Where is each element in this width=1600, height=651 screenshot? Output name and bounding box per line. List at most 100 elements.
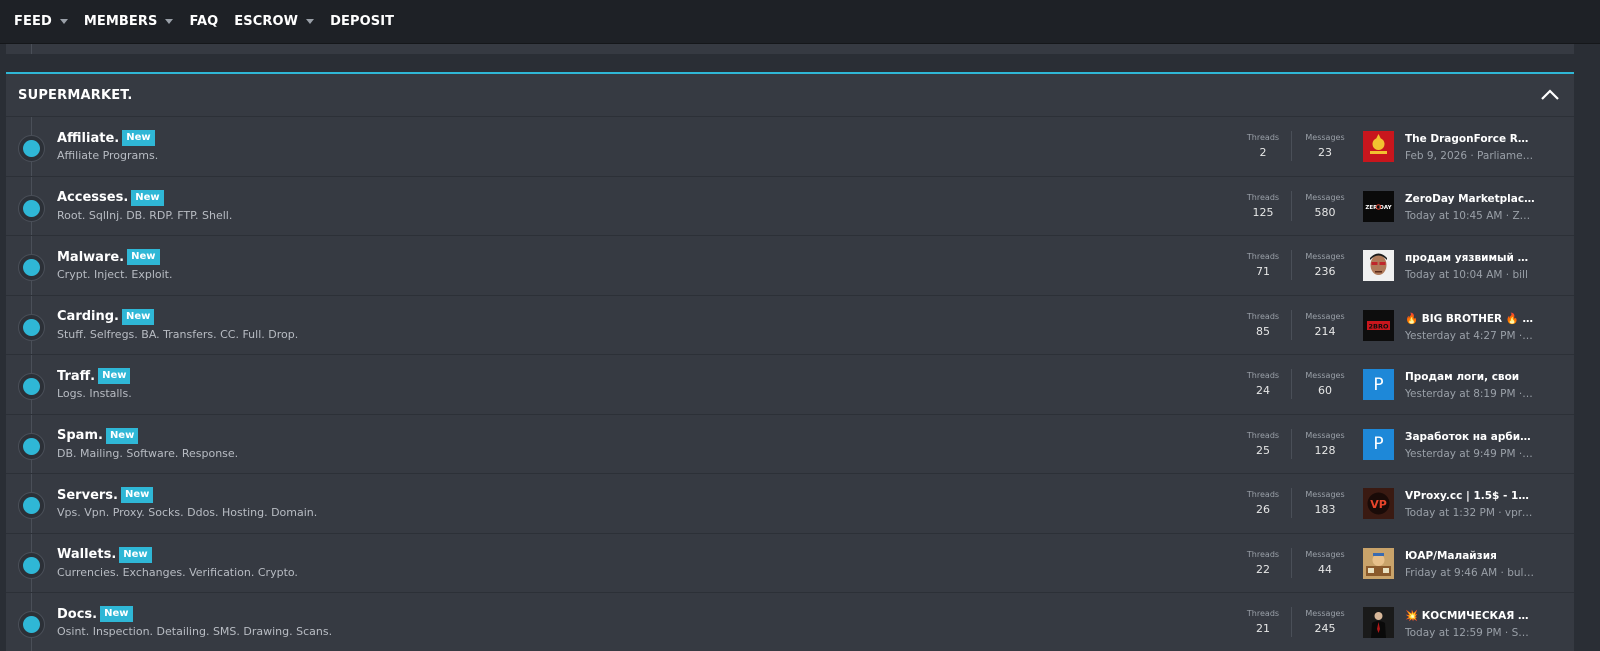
last-post: 🔥 BIG BROTHER 🔥 - logs Yesterday at 4:27… <box>1405 312 1535 342</box>
threads-count: 71 <box>1256 265 1270 278</box>
forum-title[interactable]: Docs. <box>57 607 97 622</box>
avatar[interactable]: ZER DAY <box>1363 190 1394 222</box>
last-post-user[interactable]: ParliamenT <box>1477 150 1535 162</box>
last-post-user[interactable]: bulka <box>1507 567 1535 579</box>
forum-description: Logs. Installs. <box>57 387 132 400</box>
messages-stat: Messages 214 <box>1296 312 1354 338</box>
nav-members-label: MEMBERS <box>83 14 158 29</box>
forum-row-8: Wallets. New Currencies. Exchanges. Veri… <box>6 533 1574 593</box>
forum-main: Accesses. New Root. SqlInj. DB. RDP. FTP… <box>57 189 232 222</box>
last-post-title[interactable]: The DragonForce Ransomware <box>1405 133 1535 145</box>
avatar[interactable]: P <box>1363 369 1394 400</box>
last-post-user[interactable]: p... <box>1526 448 1535 460</box>
forum-status-icon <box>18 194 45 222</box>
last-post-title[interactable]: ЮАР/Малайзия <box>1405 550 1535 562</box>
last-post-user[interactable]: p... <box>1526 388 1535 400</box>
forum-row-4: Carding. New Stuff. Selfregs. BA. Transf… <box>6 295 1574 355</box>
previous-category-tail <box>6 44 1574 54</box>
forum-title[interactable]: Malware. <box>57 250 124 265</box>
last-post-title[interactable]: продам уязвимый драйвер <box>1405 252 1535 264</box>
last-post: Заработок на арбитраже Yesterday at 9:49… <box>1405 431 1535 460</box>
nav-faq[interactable]: FAQ <box>189 14 218 29</box>
last-post-date[interactable]: Today at 12:59 PM <box>1405 627 1502 639</box>
forum-title[interactable]: Carding. <box>57 309 119 324</box>
threads-stat: Threads 21 <box>1234 609 1292 635</box>
last-post-date[interactable]: Feb 9, 2026 <box>1405 150 1467 162</box>
last-post-date[interactable]: Today at 10:45 AM <box>1405 210 1502 222</box>
forum-row-6: Spam. New DB. Mailing. Software. Respons… <box>6 414 1574 474</box>
threads-stat: Threads 25 <box>1234 431 1292 457</box>
last-post-title[interactable]: VProxy.cc | 1.5$ - 1GB | Л... <box>1405 490 1535 502</box>
forum-title[interactable]: Accesses. <box>57 190 128 205</box>
last-post-title[interactable]: 💥 КОСМИЧЕСКАЯ ОТРИСОВКА <box>1405 609 1535 622</box>
nav-faq-label: FAQ <box>189 14 219 29</box>
svg-text:2BRO: 2BRO <box>1368 322 1388 330</box>
last-post-title[interactable]: Продам логи, свои <box>1405 371 1535 383</box>
nav-feed[interactable]: FEED <box>14 14 68 29</box>
forum-description: DB. Mailing. Software. Response. <box>57 446 239 460</box>
last-post-user[interactable]: Soul... <box>1512 627 1535 639</box>
avatar[interactable]: 2BRO <box>1363 309 1394 341</box>
last-post-user[interactable]: vproxy <box>1505 507 1535 519</box>
nav-feed-label: FEED <box>14 14 52 29</box>
last-post-meta: Yesterday at 4:27 PM · Cl... <box>1405 330 1535 342</box>
forum-title[interactable]: Spam. <box>57 428 103 443</box>
forum-main: Carding. New Stuff. Selfregs. BA. Transf… <box>57 308 298 341</box>
messages-count: 580 <box>1314 205 1336 219</box>
threads-count: 22 <box>1256 562 1270 576</box>
node-line <box>31 44 32 54</box>
last-post-title[interactable]: ZeroDay Marketplace — ... <box>1405 193 1535 205</box>
avatar[interactable]: VP <box>1363 488 1394 519</box>
forum-title[interactable]: Traff. <box>57 369 95 384</box>
last-post-date[interactable]: Yesterday at 9:49 PM <box>1405 448 1516 460</box>
last-post-meta: Today at 12:59 PM · Soul... <box>1405 627 1535 639</box>
threads-count: 25 <box>1256 443 1270 457</box>
threads-label: Threads <box>1246 311 1280 321</box>
messages-label: Messages <box>1305 549 1345 559</box>
caret-down-icon[interactable] <box>165 19 174 24</box>
avatar[interactable] <box>1363 250 1394 281</box>
stat-divider <box>1291 488 1292 518</box>
threads-label: Threads <box>1246 371 1280 380</box>
category-title[interactable]: SUPERMARKET. <box>18 88 133 103</box>
forum-status-icon <box>18 492 45 520</box>
last-post-title[interactable]: 🔥 BIG BROTHER 🔥 - logs <box>1405 312 1535 325</box>
last-post-user[interactable]: ZER... <box>1512 210 1535 222</box>
nav-deposit[interactable]: DEPOSIT <box>330 14 394 29</box>
avatar[interactable]: P <box>1363 428 1394 460</box>
forum-status-icon <box>18 551 45 579</box>
threads-label: Threads <box>1246 192 1280 202</box>
new-badge: New <box>131 189 164 206</box>
forum-title[interactable]: Wallets. <box>57 547 116 562</box>
forum-title[interactable]: Servers. <box>57 488 118 503</box>
last-post-date[interactable]: Yesterday at 4:27 PM <box>1405 330 1516 342</box>
nav-members[interactable]: MEMBERS <box>84 14 174 29</box>
last-post-user[interactable]: bill <box>1512 269 1527 281</box>
avatar-letter: P <box>1373 434 1384 454</box>
forum-title[interactable]: Affiliate. <box>57 131 119 146</box>
avatar[interactable] <box>1363 607 1394 638</box>
last-post-date[interactable]: Today at 1:32 PM <box>1405 507 1495 519</box>
last-post: Продам логи, свои Yesterday at 8:19 PM ·… <box>1405 371 1535 400</box>
forum-row-5: Traff. New Logs. Installs. Threads 24 Me… <box>6 355 1574 415</box>
last-post-date[interactable]: Today at 10:04 AM <box>1405 269 1502 281</box>
last-post-date[interactable]: Friday at 9:46 AM <box>1405 567 1497 579</box>
avatar[interactable] <box>1363 131 1394 162</box>
last-post-user[interactable]: Cl... <box>1526 330 1535 342</box>
caret-down-icon[interactable] <box>59 19 68 24</box>
stat-divider <box>1291 369 1292 399</box>
threads-label: Threads <box>1246 252 1280 261</box>
nav-escrow[interactable]: ESCROW <box>234 14 315 29</box>
messages-stat: Messages 60 <box>1296 371 1354 397</box>
last-post: ЮАР/Малайзия Friday at 9:46 AM · bulka <box>1405 550 1535 579</box>
forum-row-9: Docs. New Osint. Inspection. Detailing. … <box>6 593 1574 651</box>
last-post-meta: Friday at 9:46 AM · bulka <box>1405 566 1535 579</box>
last-post-date[interactable]: Yesterday at 8:19 PM <box>1405 388 1516 400</box>
chevron-up-icon[interactable] <box>1538 83 1562 107</box>
threads-stat: Threads 24 <box>1234 371 1292 397</box>
last-post-title[interactable]: Заработок на арбитраже <box>1405 431 1535 443</box>
last-post-meta: Yesterday at 8:19 PM · p... <box>1405 388 1535 400</box>
last-post: The DragonForce Ransomware Feb 9, 2026 ·… <box>1405 133 1535 162</box>
caret-down-icon[interactable] <box>306 19 315 24</box>
avatar[interactable] <box>1363 547 1394 579</box>
